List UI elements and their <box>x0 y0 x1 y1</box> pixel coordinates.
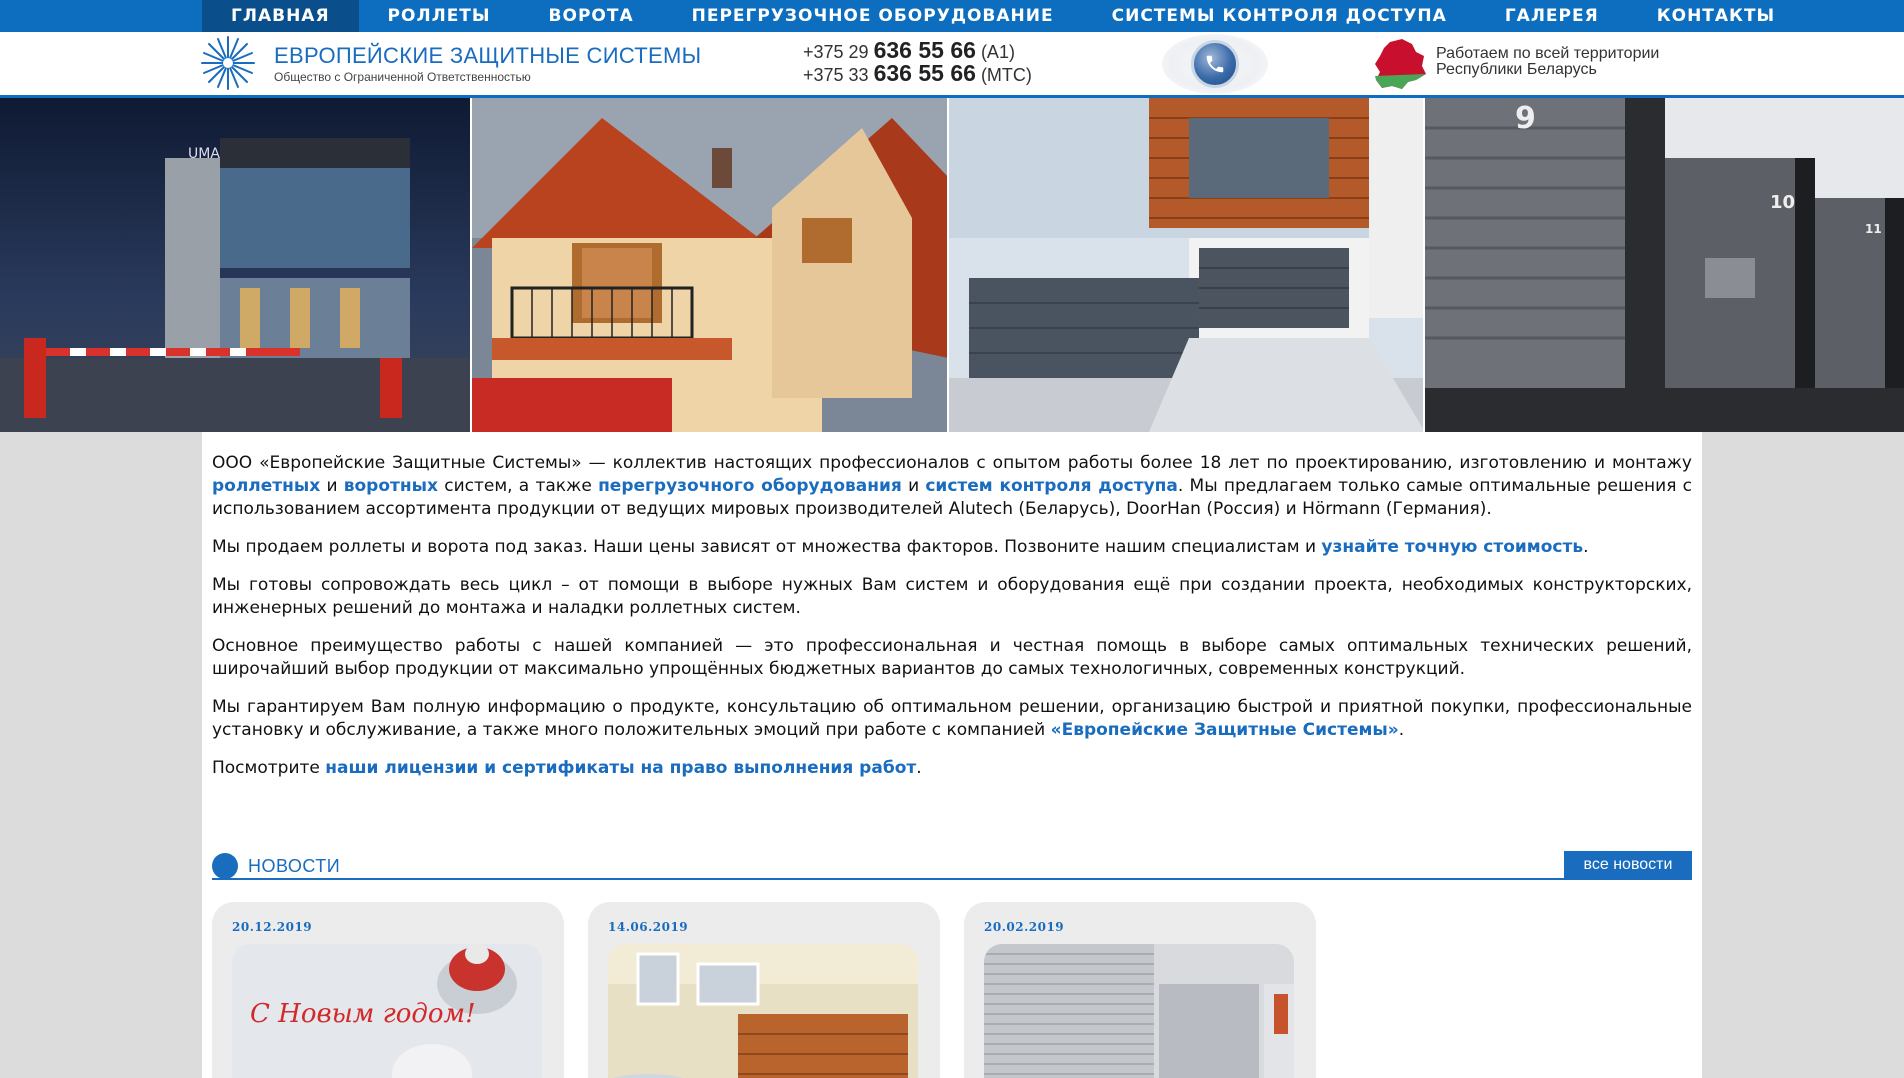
news-image-garage-door <box>608 944 918 1078</box>
link-licenses[interactable]: наши лицензии и сертификаты на право вып… <box>325 758 916 778</box>
nav-item-gates[interactable]: ВОРОТА <box>520 0 663 32</box>
link-loading-equipment[interactable]: перегрузочного оборудования <box>598 476 902 496</box>
nav-item-rollets[interactable]: РОЛЛЕТЫ <box>359 0 520 32</box>
news-title: НОВОСТИ <box>248 856 341 876</box>
phone-numbers: +375 29 636 55 66 (A1) +375 33 636 55 66… <box>803 39 1032 86</box>
svg-text:11: 11 <box>1865 222 1882 236</box>
news-image-new-year: С Новым годом! <box>232 944 542 1078</box>
nav-item-gallery[interactable]: ГАЛЕРЕЯ <box>1476 0 1628 32</box>
link-company[interactable]: «Европейские Защитные Системы» <box>1051 720 1399 740</box>
link-rollets[interactable]: роллетных <box>212 476 320 496</box>
news-date: 20.12.2019 <box>232 920 313 934</box>
news-card[interactable]: 20.02.2019 <box>964 902 1316 1078</box>
company-subtitle: Общество с Ограниченной Ответственностью <box>274 70 531 84</box>
link-exact-price[interactable]: узнайте точную стоимость <box>1321 537 1583 557</box>
news-card[interactable]: 14.06.2019 <box>588 902 940 1078</box>
company-name[interactable]: ЕВРОПЕЙСКИЕ ЗАЩИТНЫЕ СИСТЕМЫ <box>274 43 701 69</box>
news-image-rollet-shutter <box>984 944 1294 1078</box>
banner-image-garage-gates <box>949 98 1425 432</box>
banner-image-loading-docks: 9 10 11 <box>1425 98 1904 432</box>
main-content: ООО «Европейские Защитные Системы» — кол… <box>202 432 1702 1078</box>
svg-text:UMA: UMA <box>188 146 220 162</box>
nav-item-loading-equipment[interactable]: ПЕРЕГРУЗОЧНОЕ ОБОРУДОВАНИЕ <box>663 0 1083 32</box>
intro-paragraph-5: Мы гарантируем Вам полную информацию о п… <box>212 697 1692 740</box>
hero-banner: UMA 9 10 11 <box>0 98 1904 432</box>
intro-text: ООО «Европейские Защитные Системы» — кол… <box>212 452 1692 795</box>
new-year-greeting: С Новым годом! <box>250 999 476 1029</box>
svg-text:9: 9 <box>1515 101 1536 136</box>
intro-paragraph-6: Посмотрите наши лицензии и сертификаты н… <box>212 758 922 778</box>
phone-icon <box>1191 40 1239 88</box>
banner-image-barrier: UMA <box>0 98 472 432</box>
nav-item-contacts[interactable]: КОНТАКТЫ <box>1628 0 1804 32</box>
news-date: 14.06.2019 <box>608 920 689 934</box>
news-date: 20.02.2019 <box>984 920 1065 934</box>
svg-text:10: 10 <box>1770 192 1795 213</box>
intro-paragraph-2: Мы продаем роллеты и ворота под заказ. Н… <box>212 537 1589 557</box>
news-card[interactable]: 20.12.2019 С Новым годом! <box>212 902 564 1078</box>
service-area-text: Работаем по всей территории Республики Б… <box>1436 45 1660 78</box>
nav-item-access-control[interactable]: СИСТЕМЫ КОНТРОЛЯ ДОСТУПА <box>1083 0 1476 32</box>
news-bullet-icon <box>212 853 238 879</box>
link-gates[interactable]: воротных <box>344 476 438 496</box>
intro-paragraph-3: Мы готовы сопровождать весь цикл – от по… <box>212 575 1692 618</box>
belarus-map-icon <box>1375 39 1426 89</box>
callback-button[interactable] <box>1162 34 1268 94</box>
news-section-header: НОВОСТИ все новости <box>212 851 1692 880</box>
nav-item-home[interactable]: ГЛАВНАЯ <box>202 0 359 32</box>
intro-paragraph-1: ООО «Европейские Защитные Системы» — кол… <box>212 453 1693 519</box>
top-navigation: ГЛАВНАЯ РОЛЛЕТЫ ВОРОТА ПЕРЕГРУЗОЧНОЕ ОБО… <box>0 0 1904 32</box>
intro-paragraph-4: Основное преимущество работы с нашей ком… <box>212 636 1692 679</box>
banner-image-house-rollets <box>472 98 949 432</box>
phone-mts[interactable]: +375 33 636 55 66 (МТС) <box>803 62 1032 86</box>
all-news-button[interactable]: все новости <box>1564 851 1692 879</box>
logo-starburst-icon[interactable] <box>200 35 256 91</box>
link-access-control[interactable]: систем контроля доступа <box>925 476 1178 496</box>
